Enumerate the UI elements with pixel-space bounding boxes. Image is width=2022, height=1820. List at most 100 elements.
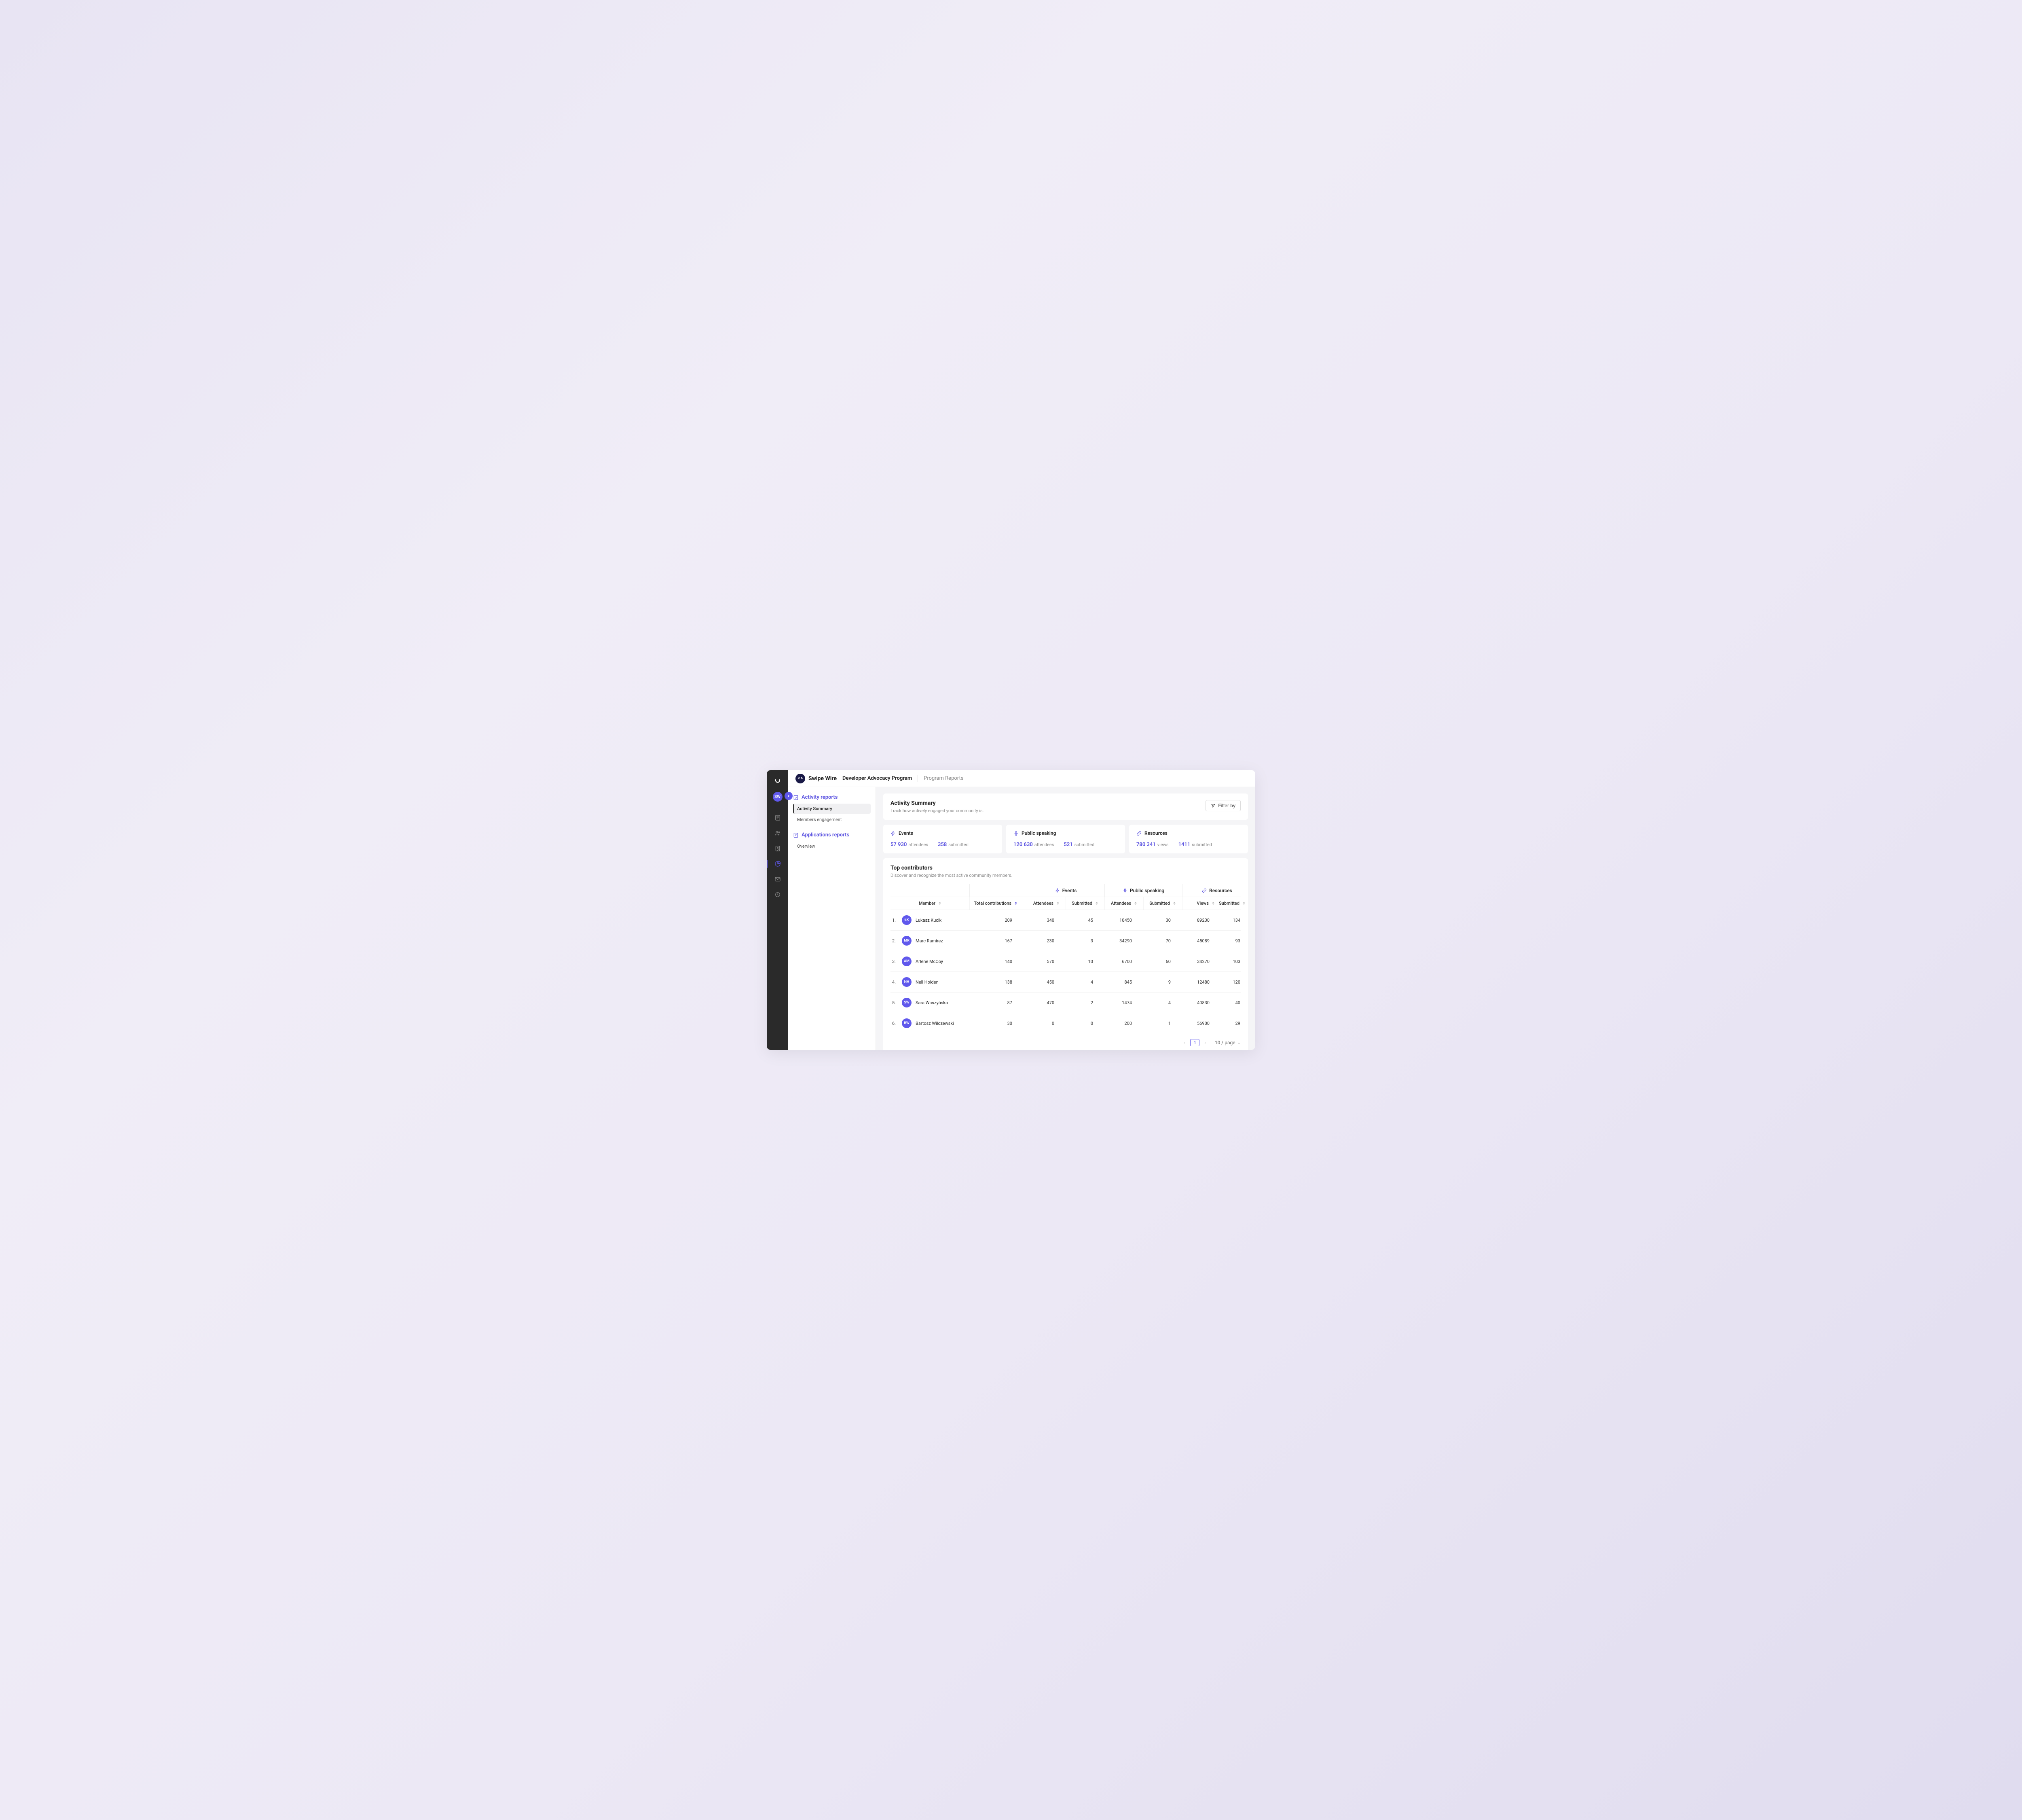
stat-value: 120 630 [1013,842,1033,848]
sidebar-group-label: Activity reports [802,794,838,800]
table-row[interactable]: 2. MR Marc Ramirez 167 230 3 34290 70 45… [890,931,1241,951]
pagination: ‹ 1 › 10 / page ⌄ [890,1033,1241,1046]
sidebar: Activity reports Activity Summary Member… [788,787,876,1050]
chevron-down-icon: ⌄ [1237,1041,1241,1045]
cell-ev-attendees: 570 [1027,954,1066,969]
sidebar-group-activity[interactable]: Activity reports [793,794,871,800]
program-name[interactable]: Developer Advocacy Program [842,775,912,781]
stat-title: Events [899,830,913,836]
cell-ev-submitted: 45 [1066,912,1104,928]
cell-rs-views: 89230 [1182,912,1221,928]
rank: 2. [892,938,898,944]
stat-card-resources: Resources 780 341views 1411submitted [1129,825,1248,853]
section-subtitle: Discover and recognize the most active c… [890,873,1241,878]
rail-expand-button[interactable] [785,792,793,800]
stat-card-events: Events 57 930attendees 358submitted [883,825,1002,853]
page-next-button[interactable]: › [1203,1040,1208,1045]
table-row[interactable]: 6. BW Bartosz Wilczewski 30 0 0 200 1 56… [890,1013,1241,1033]
stats-row: Events 57 930attendees 358submitted Publ… [883,825,1248,853]
page-number[interactable]: 1 [1190,1039,1199,1046]
stat-label: submitted [1192,842,1212,847]
cell-member: 6. BW Bartosz Wilczewski [890,1013,969,1033]
sort-icon [1212,902,1214,905]
rail-item-members[interactable] [767,827,788,840]
cell-ev-submitted: 0 [1066,1016,1104,1031]
cell-member: 3. AM Arlene McCoy [890,951,969,971]
app-logo-icon [773,777,782,785]
page-title: Activity Summary [890,800,984,806]
col-header-ps-submitted[interactable]: Submitted [1143,897,1182,910]
sidebar-item-members-engagement[interactable]: Members engagement [793,815,871,825]
content-wrap: Activity reports Activity Summary Member… [788,787,1255,1050]
stat-title: Public speaking [1022,830,1056,836]
sidebar-group-applications[interactable]: Applications reports [793,832,871,838]
cell-ps-attendees: 1474 [1104,995,1143,1011]
table-row[interactable]: 5. SW Sara Waszyńska 87 470 2 1474 4 408… [890,993,1241,1013]
per-page-label: 10 / page [1215,1040,1235,1045]
cell-rs-views: 56900 [1182,1016,1221,1031]
stat-label: submitted [1074,842,1094,847]
sort-icon [1015,902,1017,905]
rail-item-reports[interactable] [767,857,788,870]
sidebar-group-label: Applications reports [802,832,849,838]
cell-rs-submitted: 29 [1221,1016,1252,1031]
section-title: Top contributors [890,865,1241,871]
avatar: BW [902,1018,912,1028]
brand-name: Swipe Wire [808,775,837,782]
sort-icon [1057,902,1059,905]
col-header-ev-attendees[interactable]: Attendees [1027,897,1066,910]
member-name: Bartosz Wilczewski [916,1021,954,1026]
avatar: ŁK [902,915,912,925]
cell-rs-submitted: 93 [1221,933,1252,949]
stat-value: 521 [1064,842,1072,848]
sort-icon [1096,902,1098,905]
col-header-ev-submitted[interactable]: Submitted [1066,897,1104,910]
topbar: < > Swipe Wire Developer Advocacy Progra… [788,770,1255,787]
rail-item-messages[interactable] [767,873,788,886]
cell-total: 140 [969,954,1027,969]
col-header-member[interactable]: Member [890,897,969,910]
breadcrumb-page: Program Reports [924,775,963,781]
brand-badge-icon: < > [795,774,805,783]
col-group-events: Events [1027,884,1104,897]
sort-icon [939,902,941,905]
avatar: AM [902,957,912,966]
avatar: SW [902,998,912,1007]
table-row[interactable]: 4. NH Neil Holden 138 450 4 845 9 12480 … [890,972,1241,993]
table-row[interactable]: 1. ŁK Łukasz Kucik 209 340 45 10450 30 8… [890,910,1241,931]
page-subtitle: Track how actively engaged your communit… [890,808,984,813]
rail-item-settings[interactable] [767,888,788,901]
cell-member: 4. NH Neil Holden [890,972,969,992]
sidebar-item-activity-summary[interactable]: Activity Summary [793,804,871,814]
cell-ps-attendees: 845 [1104,974,1143,990]
table-body: 1. ŁK Łukasz Kucik 209 340 45 10450 30 8… [890,910,1241,1033]
workspace-avatar[interactable]: SW [773,792,783,802]
col-header-total[interactable]: Total contributions [969,897,1027,910]
cell-ps-submitted: 70 [1143,933,1182,949]
cell-ps-attendees: 34290 [1104,933,1143,949]
cell-ev-attendees: 470 [1027,995,1066,1011]
filter-button[interactable]: Filter by [1206,800,1241,811]
stat-value: 57 930 [890,842,907,848]
app-window: SW < > Swipe Wire Developer Advocacy Pro… [767,770,1255,1050]
page-prev-button[interactable]: ‹ [1182,1040,1187,1045]
col-header-rs-submitted[interactable]: Submitted [1221,897,1252,910]
table-row[interactable]: 3. AM Arlene McCoy 140 570 10 6700 60 34… [890,951,1241,972]
col-header-ps-attendees[interactable]: Attendees [1104,897,1143,910]
cell-ps-submitted: 60 [1143,954,1182,969]
stat-value: 358 [938,842,947,848]
table-group-header: Events Public speaking Resources [890,884,1241,897]
sidebar-item-overview[interactable]: Overview [793,841,871,851]
rail-item-applications[interactable] [767,842,788,855]
rank: 4. [892,980,898,985]
per-page-select[interactable]: 10 / page ⌄ [1215,1040,1241,1045]
cell-rs-views: 45089 [1182,933,1221,949]
cell-ev-submitted: 2 [1066,995,1104,1011]
col-header-rs-views[interactable]: Views [1182,897,1221,910]
stat-value: 1411 [1178,842,1191,848]
cell-ps-submitted: 4 [1143,995,1182,1011]
cell-ps-attendees: 200 [1104,1016,1143,1031]
avatar: MR [902,936,912,946]
rail-item-dashboard[interactable] [767,811,788,824]
cell-rs-submitted: 103 [1221,954,1252,969]
